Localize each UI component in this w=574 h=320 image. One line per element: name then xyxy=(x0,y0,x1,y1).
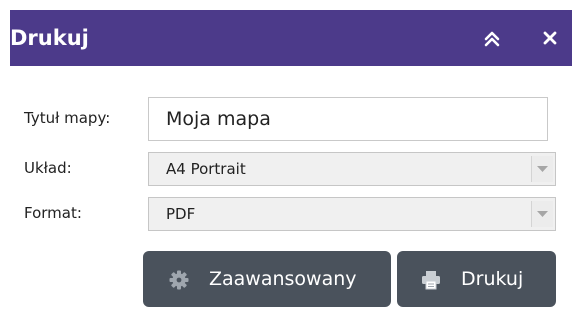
close-icon xyxy=(543,31,557,45)
print-button-label: Drukuj xyxy=(461,268,524,290)
layout-label: Układ: xyxy=(24,159,72,177)
panel-title: Drukuj xyxy=(10,26,89,50)
printer-icon xyxy=(422,271,440,290)
triangle-down-icon xyxy=(537,166,548,172)
format-select[interactable]: PDF xyxy=(148,197,556,231)
collapse-button[interactable] xyxy=(478,24,506,52)
print-panel: Drukuj Tytuł mapy: Układ: A4 Portrait Fo… xyxy=(10,10,572,320)
layout-dropdown-arrow[interactable] xyxy=(531,156,553,182)
map-title-input[interactable] xyxy=(148,97,548,141)
print-button[interactable]: Drukuj xyxy=(397,251,556,307)
gear-icon xyxy=(169,270,189,290)
advanced-button-label: Zaawansowany xyxy=(209,268,357,290)
triangle-down-icon xyxy=(537,211,548,217)
double-chevron-up-icon xyxy=(484,31,500,47)
panel-header: Drukuj xyxy=(10,10,572,66)
format-dropdown-arrow[interactable] xyxy=(531,201,553,227)
map-title-label: Tytuł mapy: xyxy=(24,109,111,127)
layout-select-value: A4 Portrait xyxy=(166,160,246,178)
layout-select[interactable]: A4 Portrait xyxy=(148,152,556,186)
format-select-value: PDF xyxy=(166,205,196,223)
close-button[interactable] xyxy=(536,24,564,52)
advanced-button[interactable]: Zaawansowany xyxy=(143,251,391,307)
format-label: Format: xyxy=(24,204,82,222)
